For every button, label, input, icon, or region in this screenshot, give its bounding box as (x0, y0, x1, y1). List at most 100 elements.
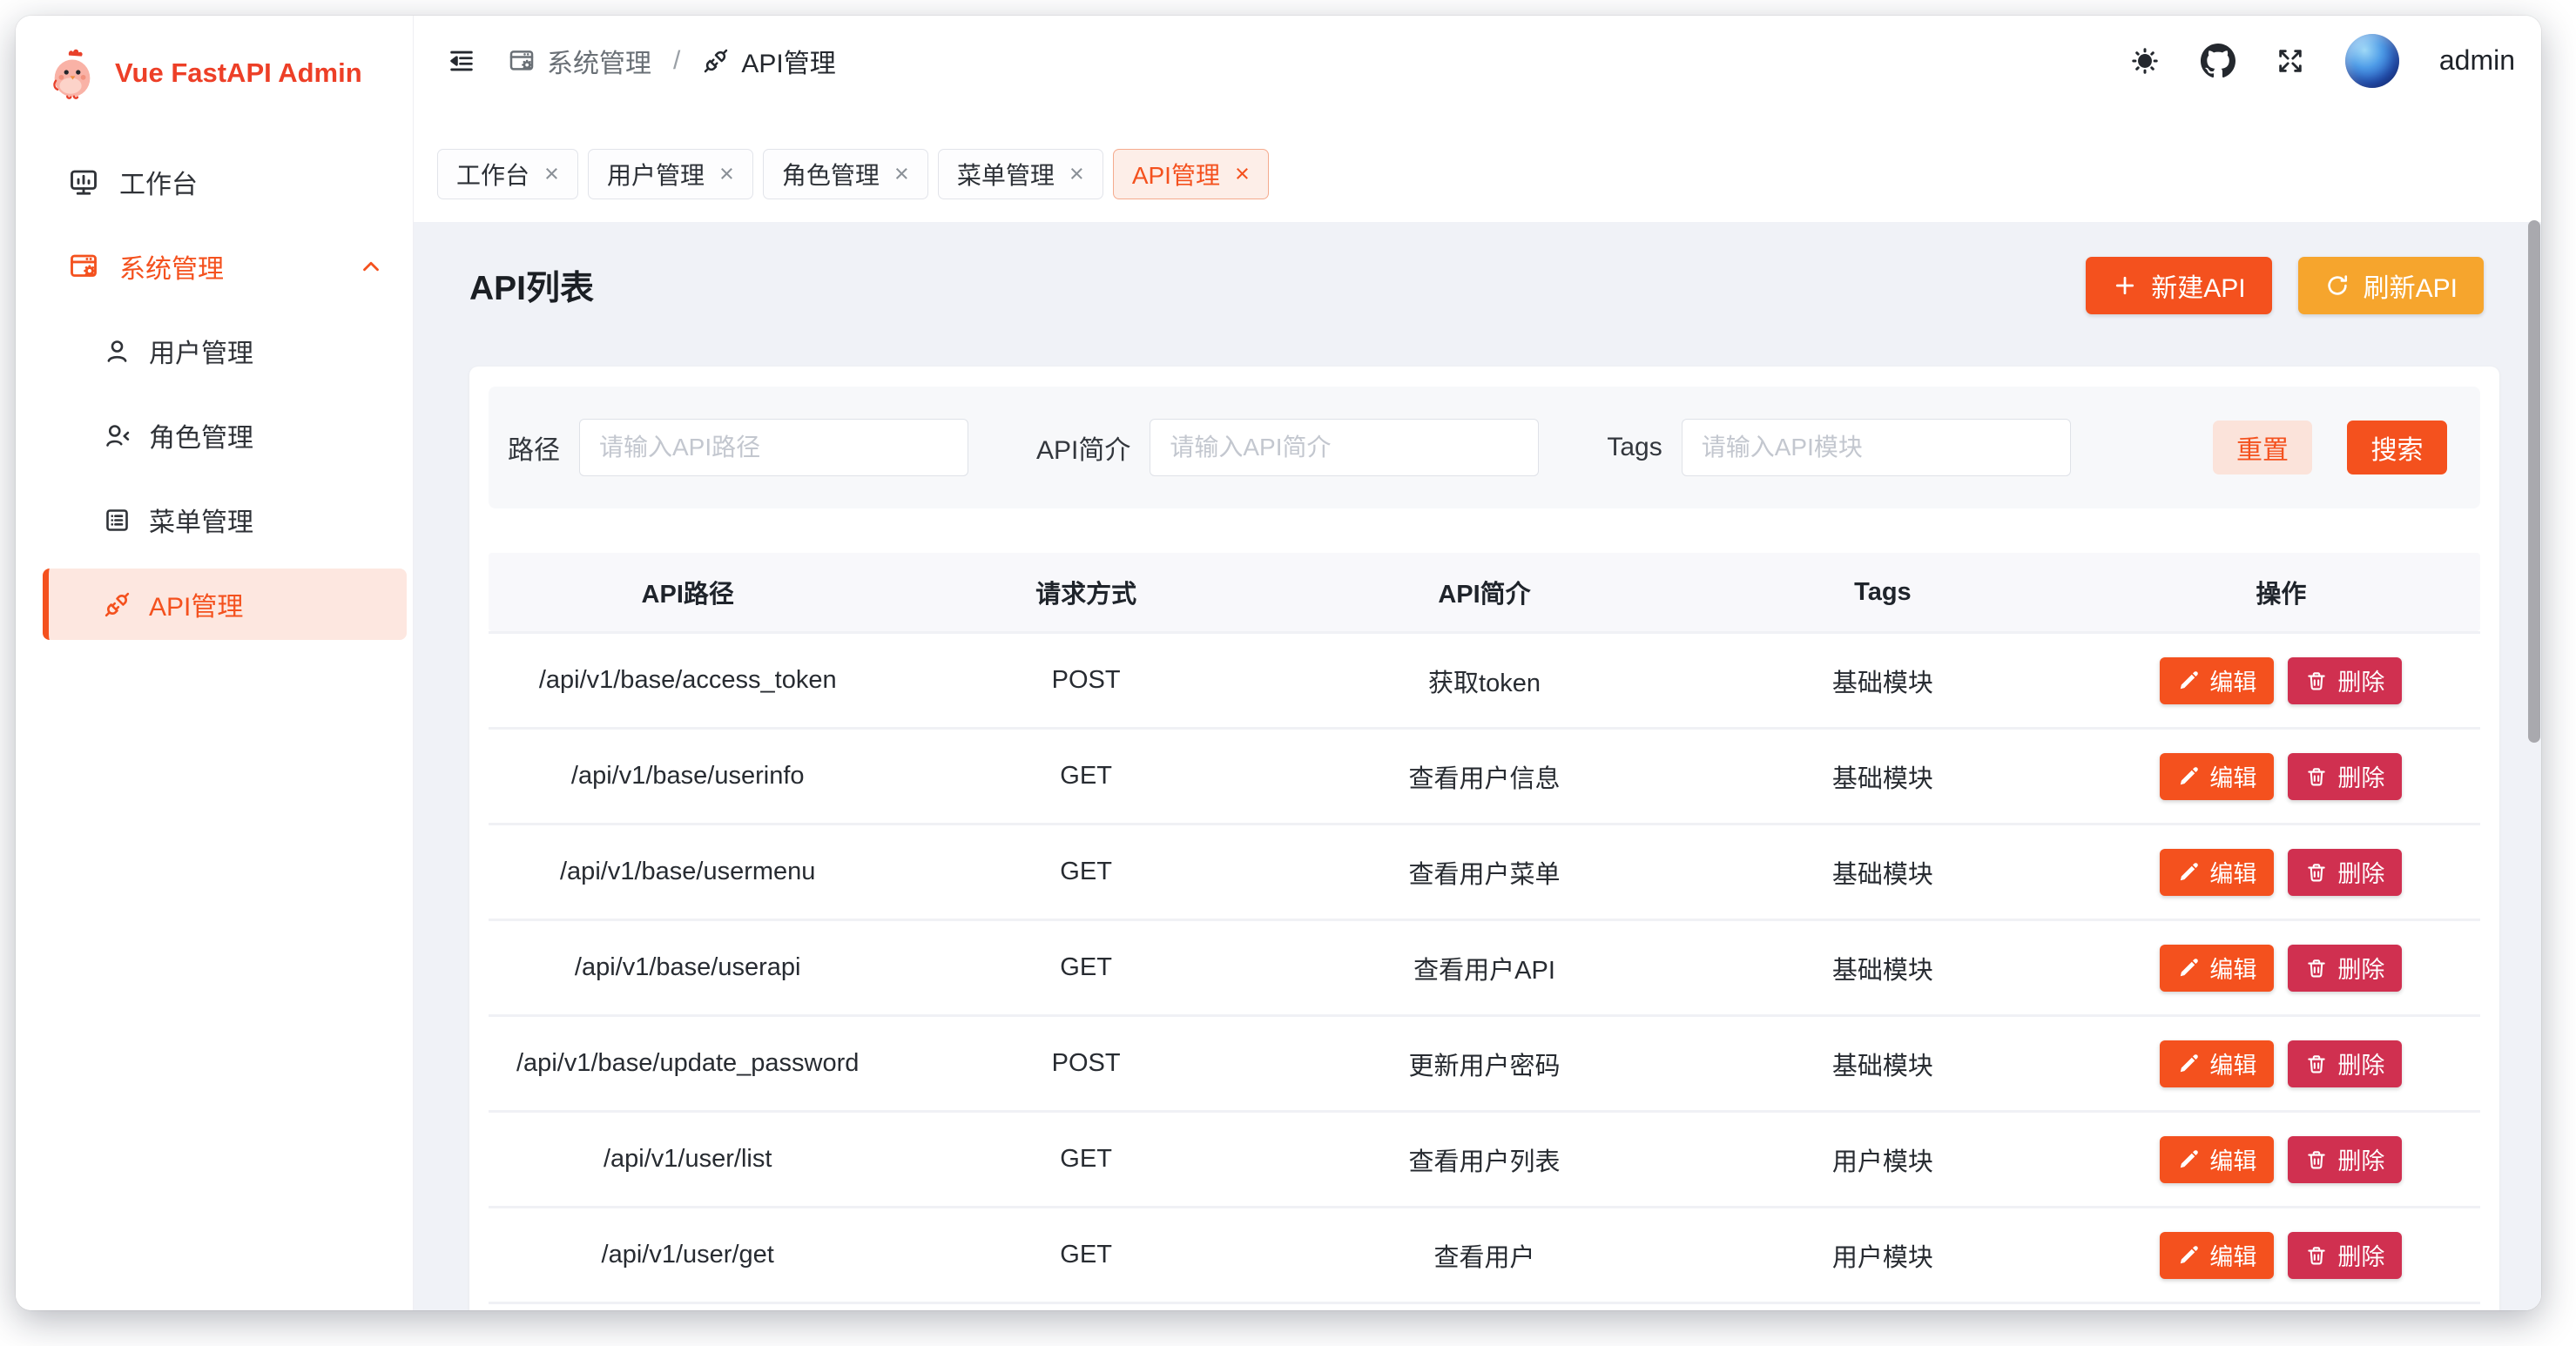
tab-close-icon[interactable]: × (1069, 162, 1084, 187)
tab-bar: 工作台 × 用户管理 × 角色管理 × 菜单管理 × API管理 × (414, 105, 2541, 222)
table-row: /api/v1/base/userinfo GET 查看用户信息 基础模块 编辑… (489, 727, 2480, 823)
username[interactable]: admin (2439, 44, 2515, 77)
delete-button[interactable]: 删除 (2288, 1040, 2402, 1087)
cell-summary: 查看用户信息 (1285, 758, 1683, 795)
chick-logo-icon (45, 46, 99, 100)
cell-method: GET (887, 1241, 1285, 1269)
path-filter-input[interactable] (579, 419, 968, 476)
trash-icon (2305, 670, 2328, 692)
vertical-scrollbar[interactable] (2528, 220, 2540, 743)
system-gear-icon (508, 47, 536, 75)
cell-summary: 获取token (1285, 663, 1683, 699)
trash-icon (2305, 957, 2328, 979)
cell-summary: 查看用户列表 (1285, 1141, 1683, 1178)
sidebar-item-users[interactable]: 用户管理 (43, 315, 407, 387)
cell-summary: 查看用户API (1285, 950, 1683, 986)
refresh-api-button[interactable]: 刷新API (2298, 257, 2484, 314)
tab[interactable]: 角色管理 × (763, 149, 928, 199)
tab-label: 工作台 (456, 157, 529, 192)
column-header-summary: API简介 (1285, 574, 1683, 610)
breadcrumb-api[interactable]: API管理 (702, 42, 835, 80)
pencil-icon (2177, 1053, 2200, 1075)
main-area: 系统管理 / API管理 admin 工作台 × 用户管理 × 角色管理 × (414, 16, 2541, 1310)
trash-icon (2305, 1244, 2328, 1267)
cell-tags: 用户模块 (1683, 1237, 2081, 1274)
delete-button[interactable]: 删除 (2288, 1136, 2402, 1183)
edit-button[interactable]: 编辑 (2160, 753, 2274, 800)
tab-label: 角色管理 (782, 157, 880, 192)
table-row: /api/v1/user/get GET 查看用户 用户模块 编辑 删除 (489, 1206, 2480, 1302)
cell-api-path: /api/v1/base/userapi (489, 953, 887, 982)
sidebar-item-roles[interactable]: 角色管理 (43, 400, 407, 471)
edit-button[interactable]: 编辑 (2160, 1040, 2274, 1087)
sidebar-item-menus[interactable]: 菜单管理 (43, 484, 407, 555)
breadcrumb: 系统管理 / API管理 (508, 42, 836, 80)
tab-close-icon[interactable]: × (894, 162, 909, 187)
page-content: API列表 新建API 刷新API 路径 API简介 (414, 222, 2541, 1310)
delete-button[interactable]: 删除 (2288, 945, 2402, 992)
cell-method: POST (887, 1049, 1285, 1078)
pencil-icon (2177, 957, 2200, 979)
sidebar-item-system[interactable]: 系统管理 (43, 231, 407, 302)
page-header-buttons: 新建API 刷新API (2086, 257, 2499, 314)
tags-filter-input[interactable] (1682, 419, 2071, 476)
column-header-method: 请求方式 (887, 574, 1285, 610)
edit-button[interactable]: 编辑 (2160, 945, 2274, 992)
api-table: API路径 请求方式 API简介 Tags 操作 /api/v1/base/ac… (489, 553, 2480, 1310)
tab[interactable]: 工作台 × (437, 149, 578, 199)
edit-button[interactable]: 编辑 (2160, 657, 2274, 704)
fullscreen-icon[interactable] (2276, 46, 2305, 76)
delete-button[interactable]: 删除 (2288, 849, 2402, 896)
delete-button[interactable]: 删除 (2288, 657, 2402, 704)
cell-method: GET (887, 953, 1285, 982)
tab[interactable]: API管理 × (1113, 149, 1269, 199)
edit-button[interactable]: 编辑 (2160, 1136, 2274, 1183)
delete-button[interactable]: 删除 (2288, 1232, 2402, 1279)
table-row: /api/v1/user/list GET 查看用户列表 用户模块 编辑 删除 (489, 1110, 2480, 1206)
user-avatar[interactable] (2345, 34, 2399, 88)
tab-close-icon[interactable]: × (1235, 162, 1250, 187)
table-row: /api/v1/base/update_password POST 更新用户密码… (489, 1014, 2480, 1110)
github-icon[interactable] (2201, 44, 2235, 78)
pencil-icon (2177, 765, 2200, 788)
sidebar-item-label: 角色管理 (149, 416, 253, 454)
summary-filter-input[interactable] (1150, 419, 1539, 476)
sidebar-item-workbench[interactable]: 工作台 (43, 146, 407, 218)
table-body: /api/v1/base/access_token POST 获取token 基… (489, 631, 2480, 1310)
delete-button[interactable]: 删除 (2288, 753, 2402, 800)
cell-api-path: /api/v1/user/get (489, 1241, 887, 1269)
path-filter-label: 路径 (508, 428, 560, 467)
column-header-path: API路径 (489, 574, 887, 610)
cell-api-path: /api/v1/base/usermenu (489, 858, 887, 886)
tab[interactable]: 用户管理 × (588, 149, 753, 199)
tab-close-icon[interactable]: × (544, 162, 559, 187)
cell-summary: 查看用户 (1285, 1237, 1683, 1274)
table-header: API路径 请求方式 API简介 Tags 操作 (489, 553, 2480, 631)
tab[interactable]: 菜单管理 × (938, 149, 1103, 199)
sidebar-item-label: API管理 (149, 585, 243, 623)
theme-sun-icon[interactable] (2129, 45, 2161, 77)
tab-label: 用户管理 (607, 157, 705, 192)
cell-tags: 基础模块 (1683, 758, 2081, 795)
edit-button[interactable]: 编辑 (2160, 1232, 2274, 1279)
role-icon (103, 421, 131, 450)
edit-button[interactable]: 编辑 (2160, 849, 2274, 896)
cell-actions: 编辑 删除 (2082, 1040, 2480, 1087)
pencil-icon (2177, 1148, 2200, 1171)
tab-close-icon[interactable]: × (719, 162, 734, 187)
cell-tags: 用户模块 (1683, 1141, 2081, 1178)
topbar-actions: admin (2129, 34, 2515, 88)
reset-button[interactable]: 重置 (2213, 421, 2312, 474)
sidebar-item-api[interactable]: API管理 (43, 569, 407, 640)
sidebar-collapse-icon[interactable] (447, 46, 476, 76)
create-api-button[interactable]: 新建API (2086, 257, 2271, 314)
breadcrumb-system[interactable]: 系统管理 (508, 42, 651, 80)
trash-icon (2305, 1053, 2328, 1075)
app-logo[interactable]: Vue FastAPI Admin (16, 16, 413, 131)
cell-method: GET (887, 762, 1285, 791)
column-header-actions: 操作 (2082, 574, 2480, 610)
cell-summary: 更新用户密码 (1285, 1046, 1683, 1082)
search-button[interactable]: 搜索 (2347, 421, 2447, 474)
topbar: 系统管理 / API管理 admin (414, 16, 2541, 105)
pencil-icon (2177, 1244, 2200, 1267)
